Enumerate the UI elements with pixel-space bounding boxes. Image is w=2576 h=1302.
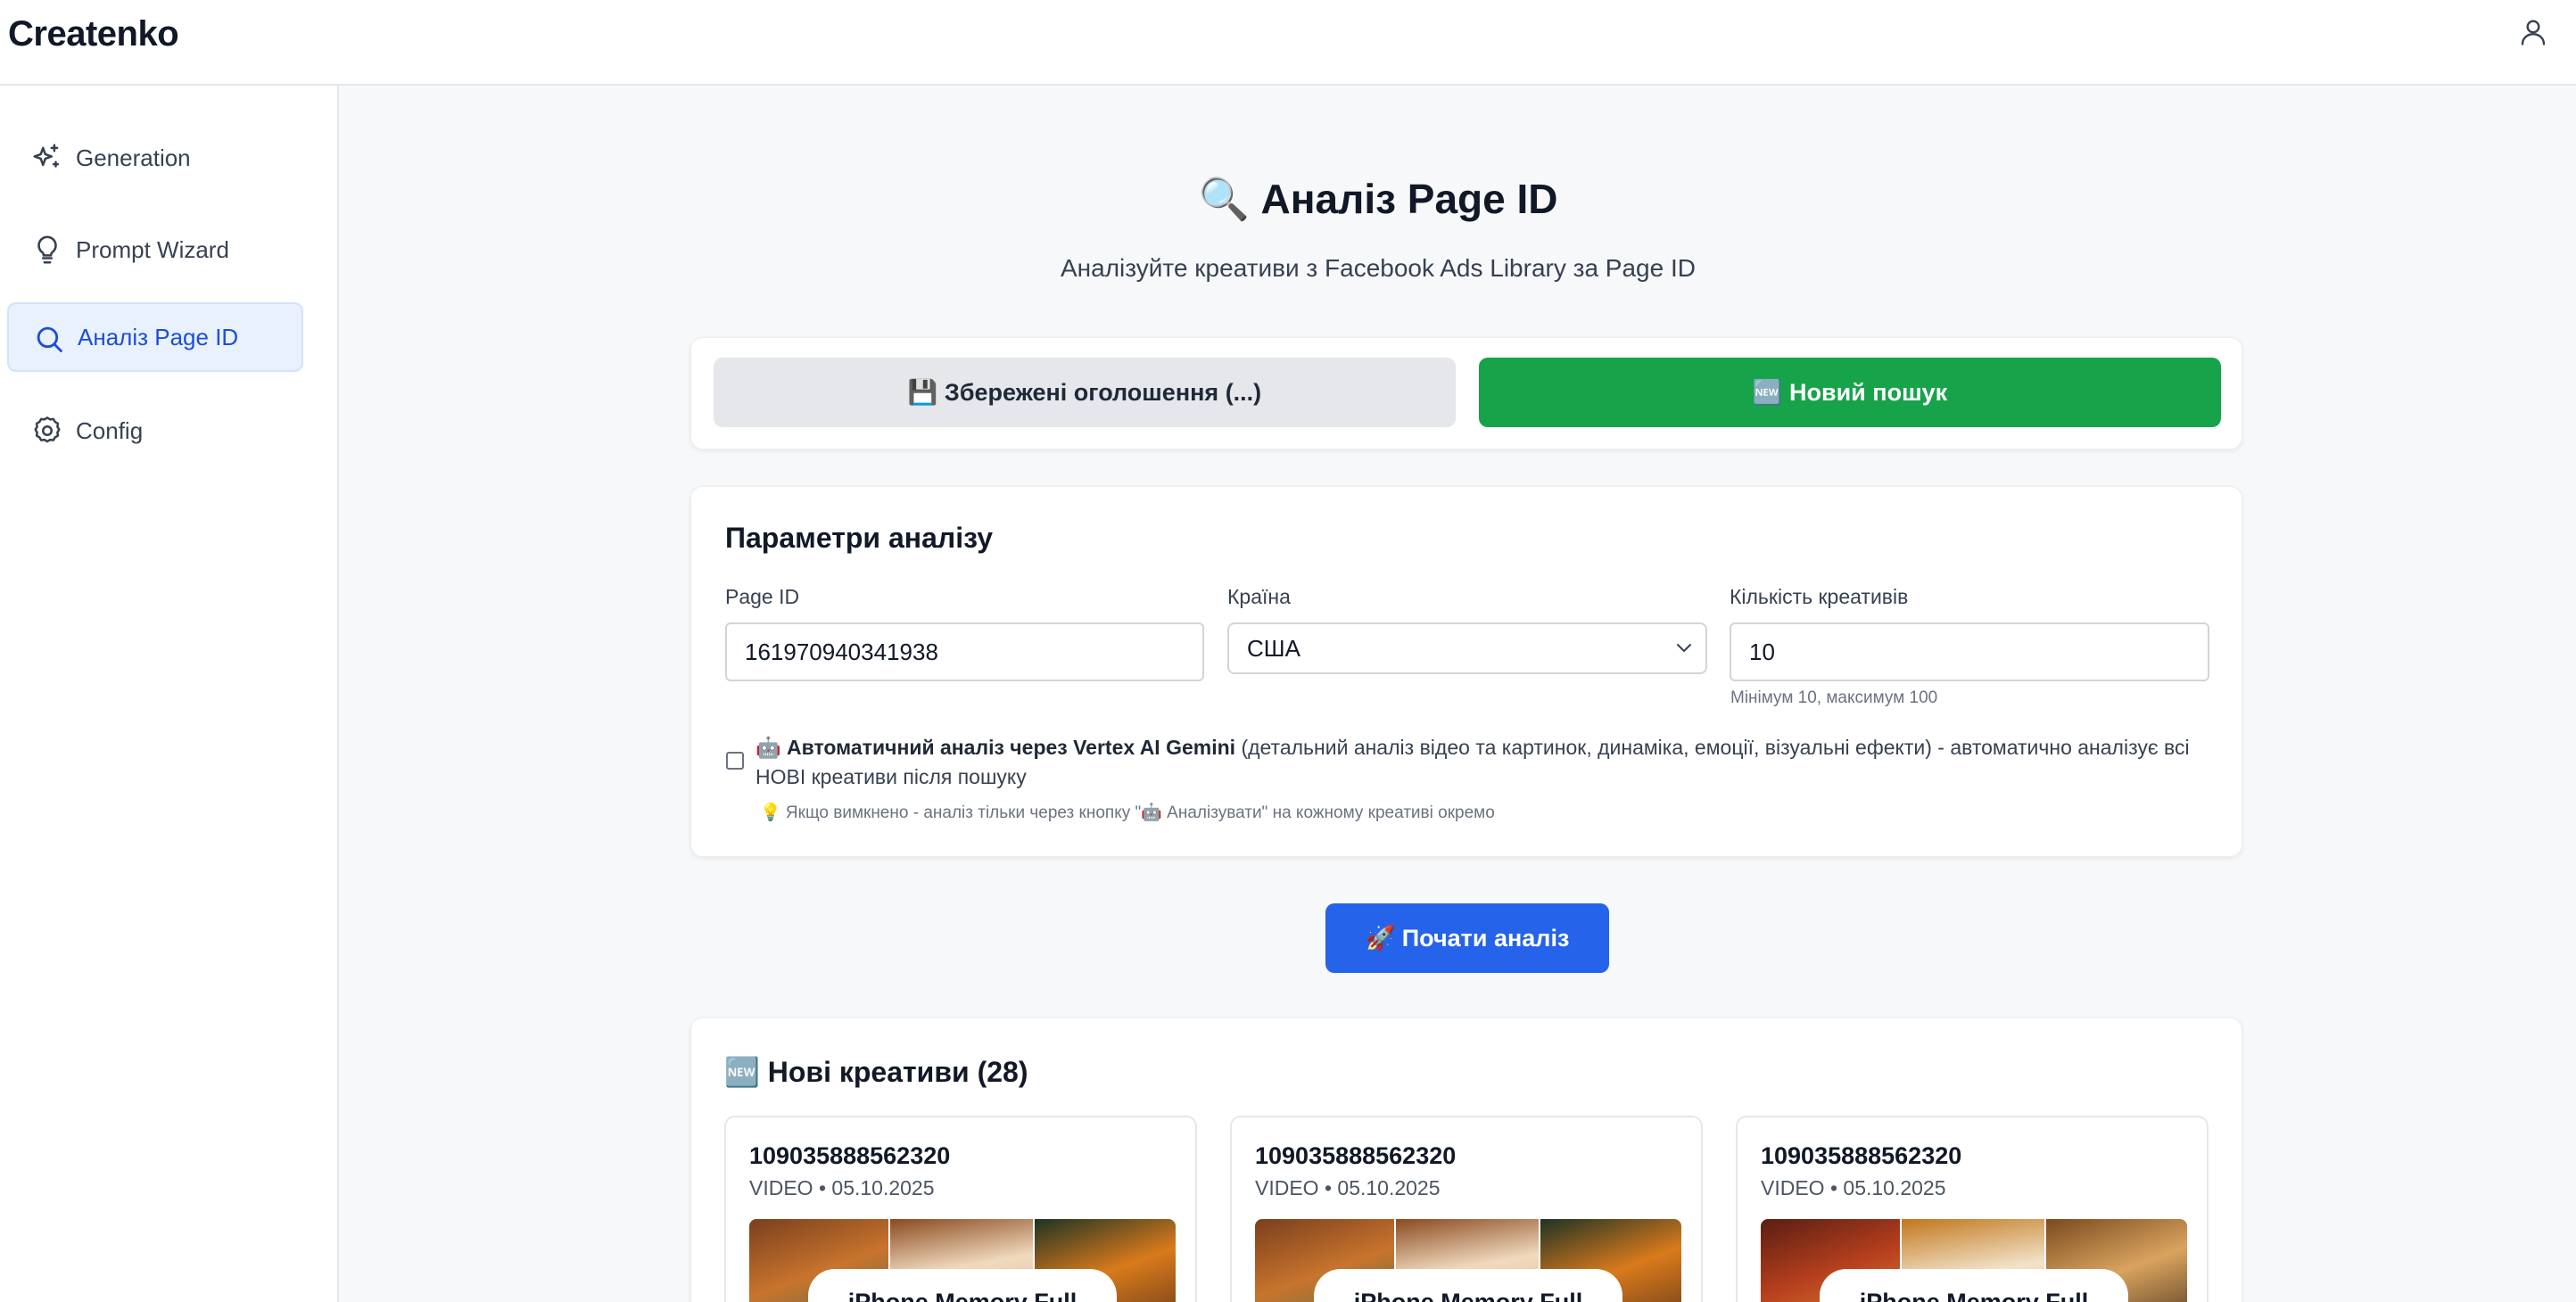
sidebar-item-label: Generation (76, 144, 191, 171)
user-icon[interactable] (2517, 16, 2549, 48)
country-select[interactable]: США (1227, 622, 1707, 674)
sidebar-item-page-id-analysis[interactable]: Аналіз Page ID (7, 302, 303, 372)
lightbulb-icon (37, 235, 57, 264)
creative-thumbnail[interactable]: iPhone Memory Full (1255, 1219, 1681, 1302)
sidebar-item-label: Config (76, 416, 144, 444)
new-creatives-title: 🆕 Нові креативи (28) (724, 1056, 1028, 1088)
page-title: 🔍 Аналіз Page ID (1198, 176, 1558, 222)
chevron-down-icon (1677, 644, 1691, 652)
creative-card[interactable]: 109035888562320 VIDEO • 05.10.2025 iPhon… (1230, 1116, 1703, 1302)
sidebar-item-label: Аналіз Page ID (78, 323, 239, 350)
sidebar-item-generation[interactable]: Generation (7, 123, 303, 193)
creative-card[interactable]: 109035888562320 VIDEO • 05.10.2025 iPhon… (724, 1116, 1197, 1302)
creative-card[interactable]: 109035888562320 VIDEO • 05.10.2025 iPhon… (1736, 1116, 2209, 1302)
page-id-label: Page ID (725, 585, 800, 608)
count-input[interactable]: 10 (1730, 622, 2209, 681)
auto-analysis-hint: 💡 Якщо вимкнено - аналіз тільки через кн… (760, 803, 1495, 822)
creative-thumbnail[interactable]: iPhone Memory Full (749, 1219, 1176, 1302)
new-search-tab[interactable]: 🆕 Новий пошук (1479, 358, 2221, 427)
page-id-value: 161970940341938 (745, 638, 938, 665)
count-label: Кількість креативів (1730, 585, 1909, 608)
country-value: США (1247, 634, 1300, 662)
sidebar: Generation Prompt Wizard Аналіз Page ID … (0, 86, 339, 1302)
sparkles-icon (33, 144, 60, 168)
country-label: Країна (1227, 585, 1291, 608)
creative-meta: VIDEO • 05.10.2025 (749, 1176, 935, 1199)
creative-id: 109035888562320 (1761, 1142, 1962, 1169)
auto-analysis-checkbox[interactable] (726, 752, 744, 770)
creative-overlay-text: iPhone Memory Full (1820, 1269, 2128, 1302)
sidebar-item-label: Prompt Wizard (76, 235, 229, 263)
creative-meta: VIDEO • 05.10.2025 (1761, 1176, 1946, 1199)
search-icon (37, 326, 62, 352)
creative-overlay-text: iPhone Memory Full (1314, 1269, 1622, 1302)
saved-ads-tab[interactable]: 💾 Збережені оголошення (...) (714, 358, 1456, 427)
creative-overlay-text: iPhone Memory Full (808, 1269, 1117, 1302)
creative-id: 109035888562320 (749, 1142, 951, 1169)
creative-meta: VIDEO • 05.10.2025 (1255, 1176, 1441, 1199)
sidebar-item-config[interactable]: Config (7, 396, 303, 466)
count-hint: Мінімум 10, максимум 100 (1730, 688, 1938, 707)
creative-id: 109035888562320 (1255, 1142, 1457, 1169)
top-bar: Createnko (0, 0, 2576, 86)
auto-analysis-label: 🤖 Автоматичний аналіз через Vertex AI Ge… (755, 733, 2209, 792)
params-title: Параметри аналізу (725, 522, 994, 554)
page-subtitle: Аналізуйте креативи з Facebook Ads Libra… (1061, 254, 1696, 282)
auto-analysis-bold: 🤖 Автоматичний аналіз через Vertex AI Ge… (755, 736, 1236, 759)
start-analysis-button[interactable]: 🚀 Почати аналіз (1325, 903, 1609, 973)
creative-thumbnail[interactable]: iPhone Memory Full (1761, 1219, 2187, 1302)
count-value: 10 (1749, 638, 1775, 665)
gear-icon (34, 416, 61, 443)
app-logo[interactable]: Createnko (8, 14, 179, 54)
sidebar-item-prompt-wizard[interactable]: Prompt Wizard (7, 215, 303, 284)
page-id-input[interactable]: 161970940341938 (725, 622, 1204, 681)
